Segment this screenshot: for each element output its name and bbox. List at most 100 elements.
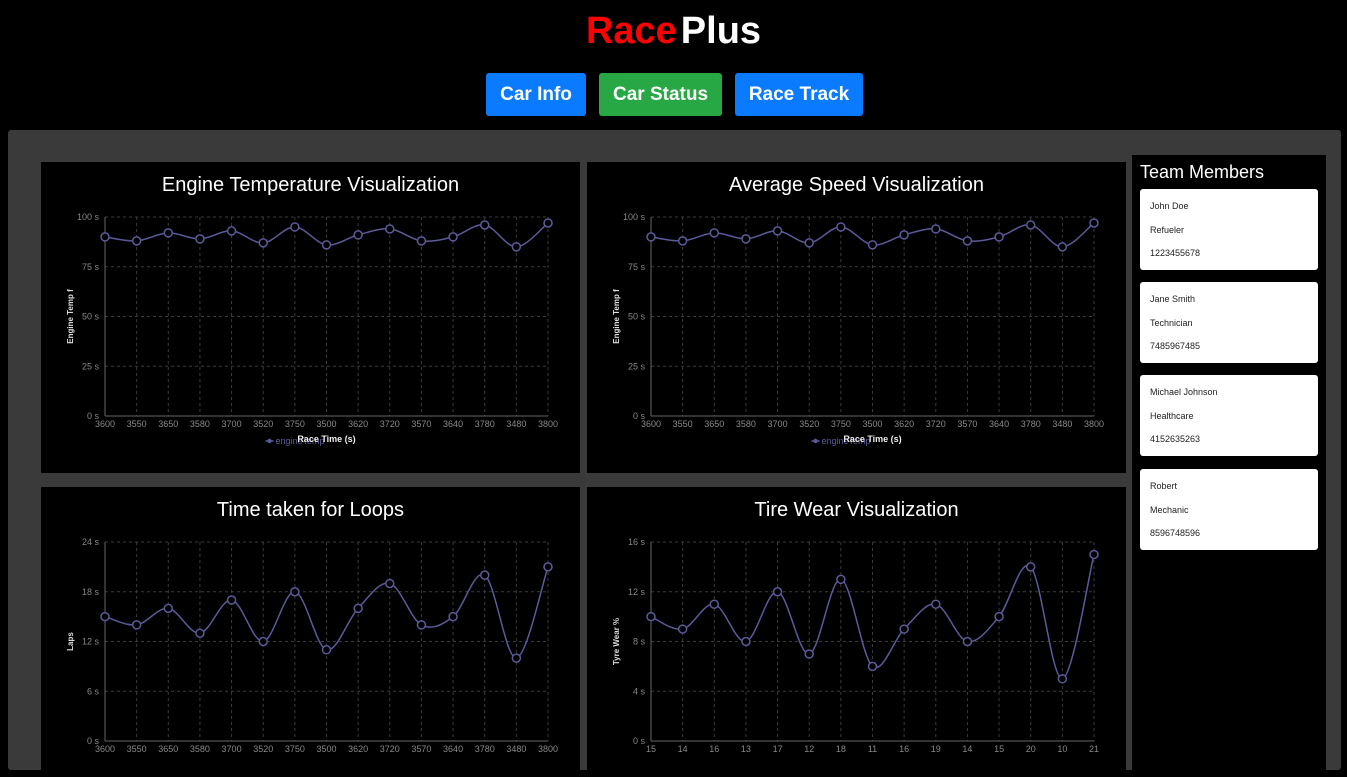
data-point: [511, 653, 522, 663]
data-point: [709, 599, 720, 609]
y-tick-label: 18 s: [82, 587, 100, 597]
data-point: [226, 595, 237, 605]
data-point: [195, 234, 205, 244]
race-track-button[interactable]: Race Track: [735, 73, 863, 116]
member-role: Refueler: [1150, 225, 1185, 235]
logo-race-text: Race: [585, 10, 677, 52]
y-tick-label: 100 s: [77, 212, 100, 222]
x-tick-label: 19: [931, 744, 941, 754]
x-tick-label: 3750: [285, 744, 305, 754]
member-name: Jane Smith: [1150, 294, 1196, 304]
data-point: [836, 574, 846, 585]
x-tick-label: 3600: [95, 419, 115, 429]
data-point: [931, 599, 941, 609]
data-point: [867, 661, 878, 672]
y-tick-label: 75 s: [628, 262, 646, 272]
x-tick-label: 3650: [704, 419, 724, 429]
team-members-heading: Team Members: [1140, 162, 1265, 182]
x-tick-label: 3650: [158, 419, 178, 429]
x-tick-label: 3580: [736, 419, 756, 429]
x-tick-label: 3620: [348, 419, 368, 429]
x-tick-label: 3620: [348, 744, 368, 754]
x-axis-label: Race Time (s): [297, 434, 355, 444]
data-point: [867, 240, 878, 250]
data-point: [899, 624, 909, 634]
x-tick-label: 3570: [411, 744, 431, 754]
data-point: [677, 624, 688, 634]
data-point: [836, 222, 846, 232]
member-role: Technician: [1150, 318, 1193, 328]
data-point: [931, 224, 941, 234]
member-phone: 1223455678: [1150, 248, 1201, 258]
x-tick-label: 3500: [862, 419, 882, 429]
y-tick-label: 0 s: [633, 736, 646, 746]
data-point: [448, 232, 458, 242]
data-point: [511, 242, 522, 252]
x-tick-label: 3580: [190, 419, 210, 429]
x-tick-label: 3780: [475, 419, 495, 429]
x-tick-label: 3570: [957, 419, 977, 429]
x-tick-label: 3700: [222, 744, 242, 754]
x-axis-label: Race Time (s): [843, 434, 901, 444]
x-tick-label: 3550: [127, 744, 147, 754]
data-point: [353, 603, 363, 614]
team-member-card[interactable]: John Doe Refueler 1223455678: [1140, 189, 1318, 270]
chart-title: Time taken for Loops: [216, 499, 405, 521]
loop-time-chart-svg: 0 s6 s12 s18 s24 s3600 3550 3650 3580 3700 35…: [66, 537, 558, 754]
x-tick-label: 3620: [894, 419, 914, 429]
x-tick-label: 10: [1057, 744, 1067, 754]
y-tick-label: 6 s: [87, 686, 100, 696]
average-speed-chart-svg: 0 s25 s50 s75 s100 s3600 3550 3650 3580 3700…: [612, 212, 1104, 446]
loop-time-chart: 0 s6 s 12 s 18 s 24 s 3600 3550 3650 3580 3700 35…: [41, 487, 580, 777]
y-tick-label: 50 s: [82, 312, 100, 322]
x-tick-label: 3750: [285, 419, 305, 429]
data-point: [741, 636, 751, 647]
y-tick-label: 25 s: [628, 361, 646, 371]
data-point: [195, 628, 205, 638]
x-tick-label: 14: [962, 744, 972, 754]
data-point: [131, 236, 142, 246]
x-tick-label: 3500: [316, 744, 336, 754]
chart-title: Average Speed Visualization: [729, 174, 984, 196]
x-tick-label: 3520: [253, 419, 273, 429]
x-tick-label: 13: [741, 744, 751, 754]
x-tick-label: 3580: [190, 744, 210, 754]
x-tick-label: 3550: [673, 419, 693, 429]
car-info-button[interactable]: Car Info: [486, 73, 586, 116]
data-point: [772, 226, 783, 236]
y-tick-label: 12 s: [82, 637, 100, 647]
legend-marker: [813, 438, 818, 444]
team-member-card[interactable]: Robert Mechanic 8596748596: [1140, 469, 1318, 550]
member-role: Mechanic: [1150, 505, 1189, 515]
x-tick-label: 16: [899, 744, 909, 754]
data-point: [804, 649, 814, 659]
data-point: [543, 562, 553, 572]
data-point: [131, 620, 142, 630]
chart-title: Tire Wear Visualization: [754, 499, 959, 521]
x-tick-label: 3640: [443, 744, 463, 754]
car-status-button[interactable]: Car Status: [599, 73, 722, 116]
data-point: [163, 603, 174, 614]
data-point: [258, 238, 268, 248]
team-member-card[interactable]: Jane Smith Technician 7485967485: [1140, 282, 1318, 363]
data-point: [100, 232, 110, 242]
tire-wear-chart-svg: 0 s 4 s 8 s 12 s 16 s 15 14 16 13 17 12 18 11 16 19 14 1…: [612, 537, 1099, 754]
data-point: [899, 230, 909, 240]
data-point: [416, 620, 427, 630]
data-point: [772, 587, 783, 597]
y-tick-label: 75 s: [82, 262, 100, 272]
team-member-card[interactable]: Michael Johnson Healthcare 4152635263: [1140, 375, 1318, 456]
member-phone: 8596748596: [1150, 528, 1201, 538]
data-point: [543, 218, 553, 228]
y-tick-label: 16 s: [628, 537, 646, 547]
x-tick-label: 12: [804, 744, 814, 754]
team-members-panel: Team Members John Doe Refueler 122345567…: [1132, 155, 1326, 775]
x-tick-label: 20: [1026, 744, 1036, 754]
x-tick-label: 21: [1089, 744, 1099, 754]
tire-wear-chart: 0 s 4 s 8 s 12 s 16 s 15 14 16 13 17 12 18 11 16 19 14 1…: [587, 487, 1126, 777]
x-tick-label: 3800: [538, 419, 558, 429]
x-tick-label: 3520: [253, 744, 273, 754]
data-point: [1025, 562, 1036, 572]
x-tick-label: 3500: [316, 419, 336, 429]
data-point: [353, 230, 363, 240]
